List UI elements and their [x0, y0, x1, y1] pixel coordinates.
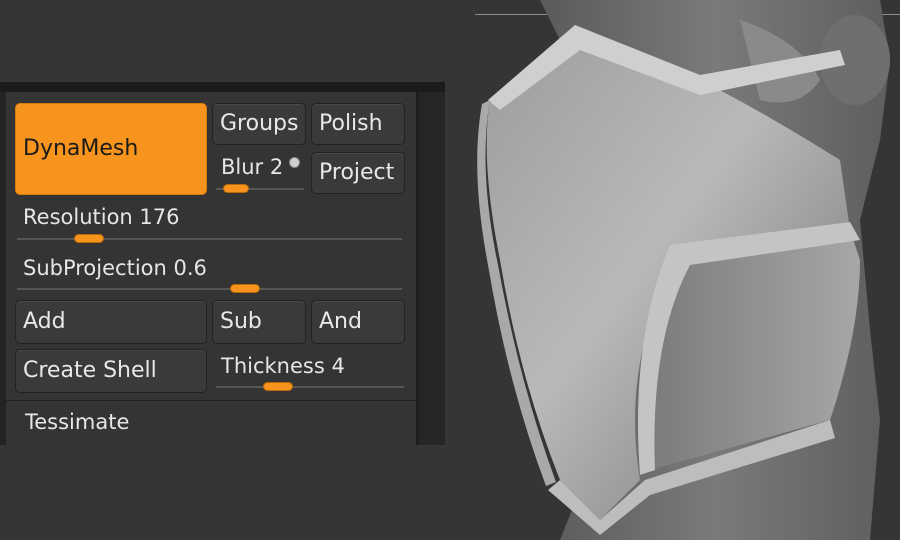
add-button[interactable]: Add	[15, 300, 207, 344]
sub-label: Sub	[220, 309, 262, 334]
subprojection-slider-label[interactable]: SubProjection 0.6	[23, 258, 207, 279]
resolution-slider-knob[interactable]	[73, 234, 104, 243]
thickness-label: Thickness	[221, 354, 325, 378]
thickness-value: 4	[331, 354, 345, 378]
dynamesh-button[interactable]: DynaMesh	[15, 103, 207, 195]
section-divider	[6, 400, 416, 401]
create-shell-button[interactable]: Create Shell	[15, 349, 207, 393]
thickness-slider-label[interactable]: Thickness 4	[221, 356, 345, 377]
dynamesh-label: DynaMesh	[23, 136, 139, 161]
resolution-slider-label[interactable]: Resolution 176	[23, 207, 180, 228]
groups-button[interactable]: Groups	[212, 103, 306, 145]
subprojection-slider-track[interactable]	[17, 288, 402, 290]
create-shell-label: Create Shell	[23, 358, 157, 383]
thickness-slider-track[interactable]	[216, 386, 404, 388]
blur-value: 2	[269, 155, 284, 179]
slider-dot-icon[interactable]	[289, 157, 300, 168]
add-label: Add	[23, 309, 66, 334]
tessimate-label: Tessimate	[25, 410, 130, 434]
resolution-label: Resolution	[23, 205, 133, 229]
resolution-value: 176	[139, 205, 180, 229]
thickness-slider-knob[interactable]	[263, 382, 294, 391]
sub-button[interactable]: Sub	[212, 300, 306, 344]
project-label: Project	[319, 160, 395, 185]
panel-top-bar	[0, 82, 445, 92]
polish-label: Polish	[319, 111, 383, 136]
blur-slider-label[interactable]: Blur 2	[221, 157, 283, 178]
tessimate-section[interactable]: Tessimate	[25, 412, 129, 433]
project-button[interactable]: Project	[311, 152, 405, 194]
and-label: And	[319, 309, 362, 334]
subprojection-slider-knob[interactable]	[230, 284, 260, 293]
subprojection-value: 0.6	[173, 256, 207, 280]
polish-button[interactable]: Polish	[311, 103, 405, 145]
blur-slider-knob[interactable]	[223, 184, 250, 193]
subprojection-label: SubProjection	[23, 256, 167, 280]
and-button[interactable]: And	[311, 300, 405, 344]
blur-label: Blur	[221, 155, 264, 179]
groups-label: Groups	[220, 111, 299, 136]
panel-scrollbar[interactable]	[419, 92, 445, 445]
